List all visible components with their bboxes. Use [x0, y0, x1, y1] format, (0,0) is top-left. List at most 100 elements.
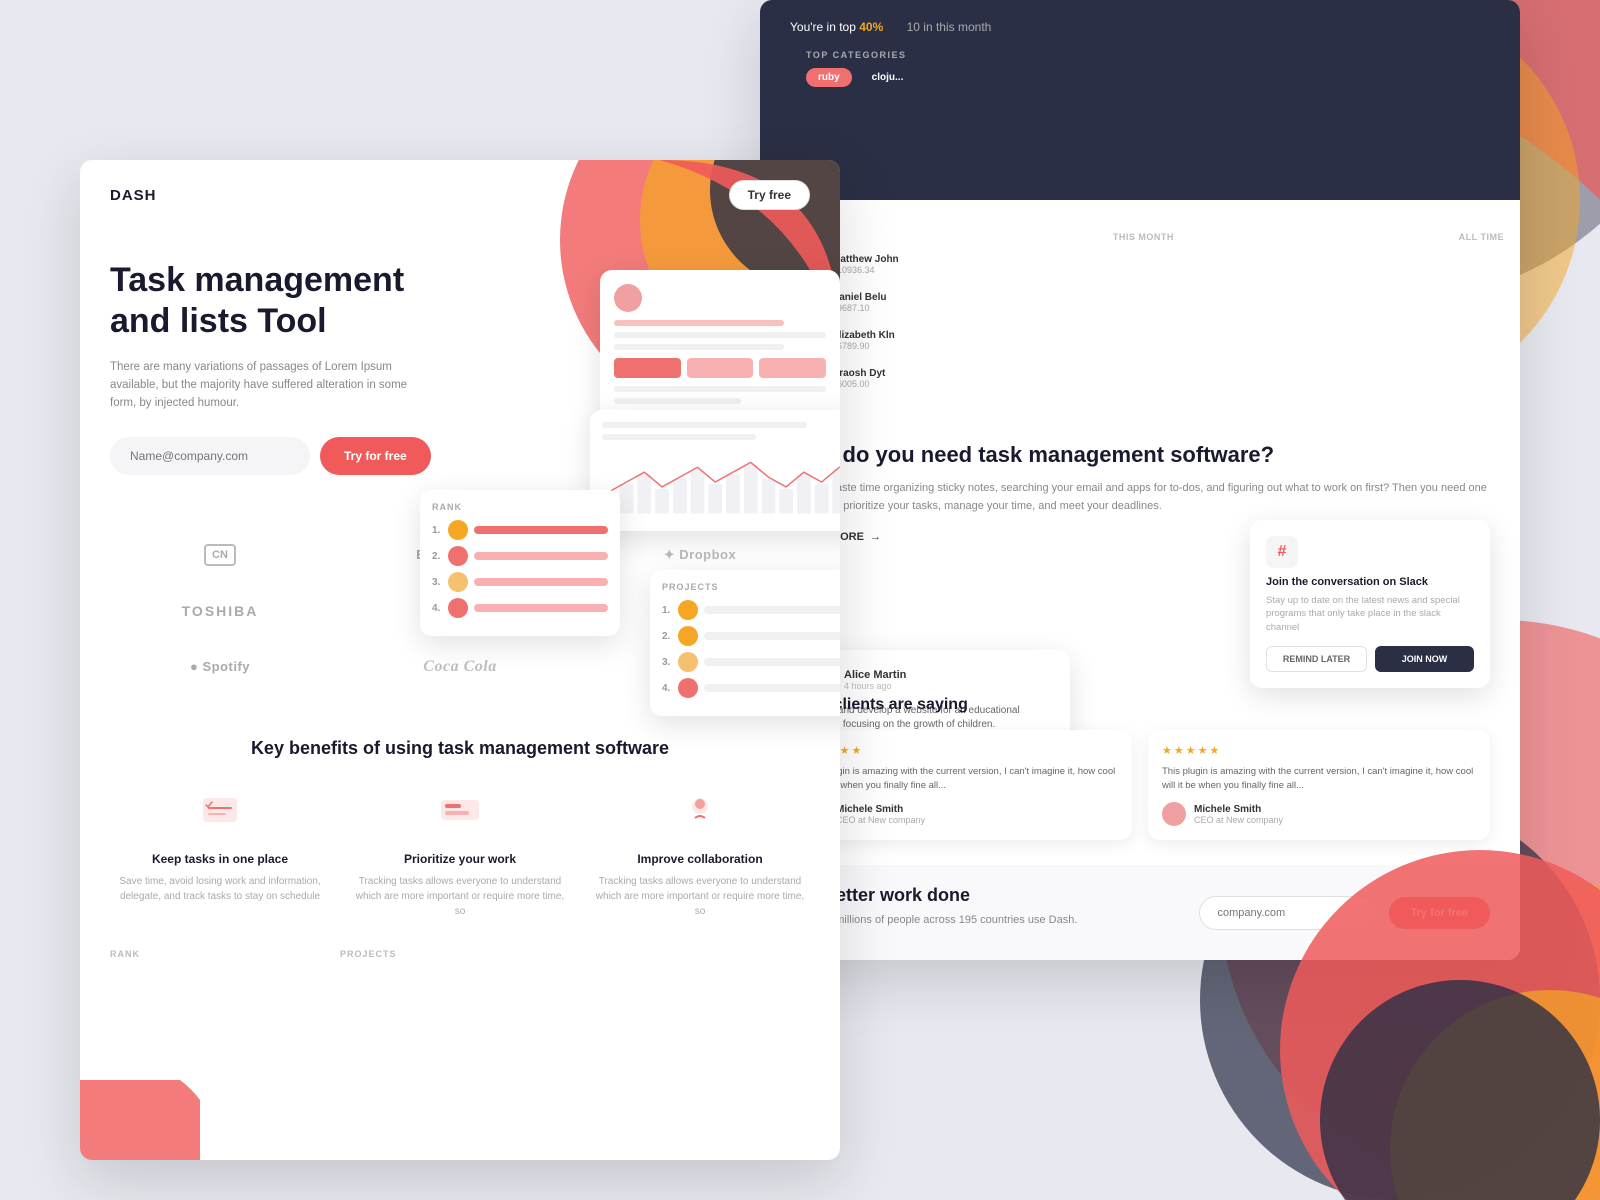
- mini-chart-svg: [602, 454, 840, 514]
- earner-info-2: Daniel Belu £9687.10: [832, 292, 1504, 313]
- proj-bar-1: [704, 606, 840, 614]
- card-btn-2: [687, 358, 754, 378]
- card-line-2: [614, 332, 826, 338]
- rank-row-3: 3.: [432, 572, 608, 592]
- earner-info-4: Araosh Dyt £6005.00: [832, 368, 1504, 389]
- card-line-1: [614, 320, 784, 326]
- earner-name-2: Daniel Belu: [832, 292, 1504, 303]
- cat-tag-clojure: cloju...: [860, 68, 916, 87]
- earner-info-1: Matthew John £10936.34: [832, 254, 1504, 275]
- slack-icon: #: [1266, 536, 1298, 568]
- earners-header: RANKINGS this month All time: [776, 232, 1504, 242]
- why-description: Do you waste time organizing sticky note…: [790, 480, 1490, 515]
- earner-name-1: Matthew John: [832, 254, 1504, 265]
- rank-row-1: 1.: [432, 520, 608, 540]
- projects-card-title: PROJECTS: [662, 582, 840, 592]
- remind-later-button[interactable]: REMIND LATER: [1266, 646, 1367, 672]
- earner-info-3: Elizabeth Kln £6789.90: [832, 330, 1504, 351]
- earner-amount-2: £9687.10: [832, 303, 1504, 313]
- card-buttons: [614, 358, 826, 378]
- bottom-cta-inner: Get better work done See why millions of…: [790, 885, 1490, 940]
- earner-row-3: 3. Elizabeth Kln £6789.90: [776, 326, 1504, 354]
- hero-description: There are many variations of passages of…: [110, 358, 430, 413]
- top-ranking: You're in top 40% 10 in this month: [790, 20, 991, 34]
- rank-bottom-labels: RANK PROJECTS: [110, 949, 810, 959]
- rank-bar-2: [474, 552, 608, 560]
- benefit-tasks: Keep tasks in one place Save time, avoid…: [110, 790, 330, 919]
- left-header: DASH Try free: [80, 160, 840, 230]
- bottom-cta-actions: Try for free: [1199, 896, 1490, 930]
- earner-row-1: 1. Matthew John £10936.34: [776, 250, 1504, 278]
- benefit-tasks-desc: Save time, avoid losing work and informa…: [110, 874, 330, 904]
- top-earners-title: Top Earners: [776, 210, 1504, 222]
- clients-section: What clients are saying ★ ★ ★ ★ ★ This p…: [790, 696, 1490, 840]
- proj-row-2: 2.: [662, 626, 840, 646]
- bottom-email-input[interactable]: [1199, 896, 1379, 930]
- message-time: 4 hours ago: [844, 681, 906, 691]
- brand-spotify: ● Spotify: [100, 647, 340, 687]
- top-categories: TOP CATEGORIES ruby cloju...: [790, 34, 1490, 103]
- benefit-tasks-name: Keep tasks in one place: [110, 852, 330, 866]
- slack-card: # Join the conversation on Slack Stay up…: [1250, 520, 1490, 688]
- join-now-button[interactable]: JOIN NOW: [1375, 646, 1474, 672]
- reviewer-title-2: CEO at New company: [1194, 815, 1283, 825]
- earner-name-3: Elizabeth Kln: [832, 330, 1504, 341]
- floating-cards: RANK 1. 2. 3. 4. P: [480, 210, 840, 810]
- rank-dot-2: [448, 546, 468, 566]
- card-btn-1: [614, 358, 681, 378]
- card-line-4: [614, 386, 826, 392]
- review-card-2: ★ ★ ★ ★ ★ This plugin is amazing with th…: [1148, 730, 1490, 840]
- cat-tags: ruby cloju...: [806, 68, 1474, 87]
- top-percent: 40%: [859, 20, 883, 34]
- right-page: You're in top 40% 10 in this month TOP C…: [760, 0, 1520, 960]
- reviewer-avatar-2: [1162, 802, 1186, 826]
- benefit-collab-desc: Tracking tasks allows everyone to unders…: [590, 874, 810, 919]
- reviewer-info-1: Michele Smith CEO at New company: [836, 804, 925, 825]
- card-line-5: [614, 398, 741, 404]
- rank-label: RANK: [110, 949, 140, 959]
- rank-card-title: RANK: [432, 502, 608, 512]
- benefit-prioritize-icon: [435, 790, 485, 840]
- earner-amount-3: £6789.90: [832, 341, 1504, 351]
- stars-2: ★ ★ ★ ★ ★: [1162, 744, 1476, 757]
- earner-amount-1: £10936.34: [832, 265, 1504, 275]
- benefit-prioritize-name: Prioritize your work: [350, 852, 570, 866]
- left-page: DASH Try free Task management and lists …: [80, 160, 840, 1160]
- slack-desc: Stay up to date on the latest news and s…: [1266, 594, 1474, 634]
- proj-dot-2: [678, 626, 698, 646]
- earner-amount-4: £6005.00: [832, 379, 1504, 389]
- bottom-left-deco: [80, 1080, 200, 1160]
- proj-row-4: 4.: [662, 678, 840, 698]
- rank-bar-1: [474, 526, 608, 534]
- card-line-3: [614, 344, 784, 350]
- header-all-time: All time: [1459, 232, 1504, 242]
- message-sender-name: Alice Martin: [844, 669, 906, 681]
- email-input[interactable]: [110, 437, 310, 475]
- rank-dot-1: [448, 520, 468, 540]
- bottom-cta: Get better work done See why millions of…: [760, 865, 1520, 960]
- message-sender-info: Alice Martin 4 hours ago: [844, 669, 906, 691]
- ui-card-rank: RANK 1. 2. 3. 4.: [420, 490, 620, 636]
- card-avatar: [614, 284, 642, 312]
- review-text-1: This plugin is amazing with the current …: [804, 765, 1118, 792]
- brand-toshiba: TOSHIBA: [100, 591, 340, 631]
- brand-cn: CN: [100, 535, 340, 575]
- header-this-month: this month: [1113, 232, 1174, 242]
- proj-row-1: 1.: [662, 600, 840, 620]
- rank-row-4: 4.: [432, 598, 608, 618]
- try-free-button-nav[interactable]: Try free: [729, 180, 810, 210]
- hero-title: Task management and lists Tool: [110, 260, 470, 342]
- earner-name-4: Araosh Dyt: [832, 368, 1504, 379]
- rank-row-2: 2.: [432, 546, 608, 566]
- month-count: 10 in this month: [907, 20, 992, 34]
- reviewer-1: Michele Smith CEO at New company: [804, 802, 1118, 826]
- review-cards: ★ ★ ★ ★ ★ This plugin is amazing with th…: [790, 730, 1490, 840]
- try-for-free-button[interactable]: Try for free: [320, 437, 431, 475]
- bottom-try-for-free-button[interactable]: Try for free: [1389, 897, 1490, 929]
- review-card-1: ★ ★ ★ ★ ★ This plugin is amazing with th…: [790, 730, 1132, 840]
- rank-bar-4: [474, 604, 608, 612]
- benefit-prioritize-desc: Tracking tasks allows everyone to unders…: [350, 874, 570, 919]
- earner-row-2: 2. Daniel Belu £9687.10: [776, 288, 1504, 316]
- benefit-tasks-icon: [195, 790, 245, 840]
- reviewer-name-2: Michele Smith: [1194, 804, 1283, 815]
